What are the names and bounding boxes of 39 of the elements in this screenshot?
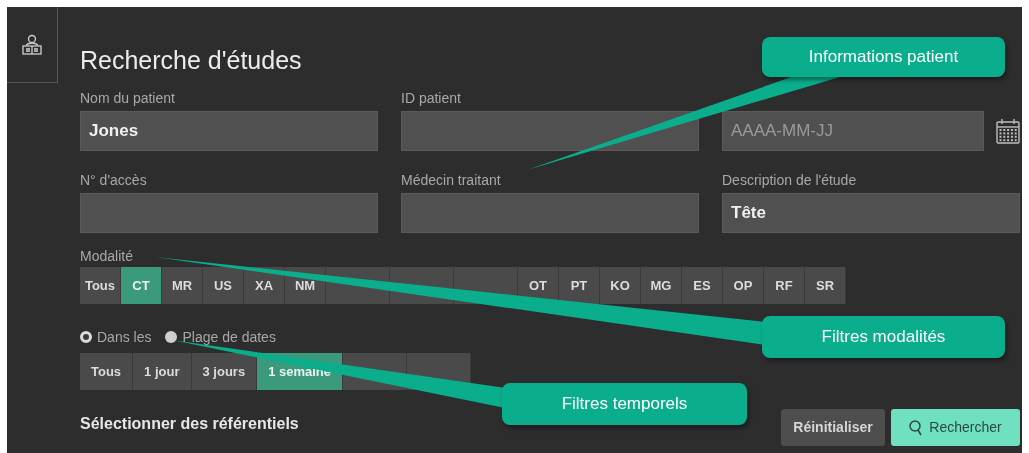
input-field[interactable]: Tête bbox=[722, 193, 1020, 233]
section-label: Modalité bbox=[80, 247, 134, 265]
radio-button[interactable] bbox=[165, 331, 178, 343]
input-field[interactable]: Jones bbox=[80, 111, 378, 151]
input-field[interactable] bbox=[401, 111, 699, 151]
filter-toggle[interactable]: ES bbox=[682, 267, 723, 304]
filter-toggle[interactable]: MG bbox=[641, 267, 682, 304]
filter-toggle[interactable]: OP bbox=[723, 267, 764, 304]
filter-toggle[interactable]: Tous bbox=[80, 353, 134, 390]
filter-toggle[interactable]: KO bbox=[600, 267, 641, 304]
input-field[interactable] bbox=[80, 193, 378, 233]
filter-toggle[interactable]: Tous bbox=[80, 267, 121, 304]
calendar-icon[interactable] bbox=[996, 118, 1020, 144]
filter-toggle[interactable]: SR bbox=[805, 267, 846, 304]
search-icon bbox=[909, 419, 924, 436]
filter-toggle[interactable]: MR bbox=[162, 267, 203, 304]
filter-toggle[interactable]: PT bbox=[559, 267, 600, 304]
field-label: Médecin traitant bbox=[401, 171, 501, 189]
field-label: Description de l'étude bbox=[722, 171, 857, 189]
page-title: Recherche d'études bbox=[80, 45, 302, 75]
field-label: N° d'accès bbox=[80, 171, 147, 189]
radio-label[interactable]: Plage de dates bbox=[182, 326, 276, 348]
radio-button[interactable] bbox=[80, 331, 92, 343]
radio-label[interactable]: Dans les bbox=[97, 326, 152, 348]
filter-toggle[interactable]: 1 jour bbox=[133, 353, 192, 390]
callout: Informations patient bbox=[762, 37, 1005, 77]
search-button[interactable]: Rechercher bbox=[891, 409, 1020, 446]
field-label: ID patient bbox=[401, 89, 461, 107]
input-field[interactable]: AAAA-MM-JJ bbox=[722, 111, 984, 151]
filter-toggle[interactable]: RF bbox=[764, 267, 805, 304]
field-label: Nom du patient bbox=[80, 89, 175, 107]
patient-record-icon[interactable] bbox=[21, 33, 43, 56]
filter-toggle[interactable]: 3 jours bbox=[191, 353, 258, 390]
reset-button[interactable]: Réinitialiser bbox=[781, 409, 885, 446]
callout: Filtres modalités bbox=[762, 316, 1005, 358]
callout: Filtres temporels bbox=[502, 383, 747, 425]
filter-toggle[interactable]: US bbox=[203, 267, 244, 304]
input-field[interactable] bbox=[401, 193, 699, 233]
section-heading: Sélectionner des référentiels bbox=[80, 414, 299, 434]
